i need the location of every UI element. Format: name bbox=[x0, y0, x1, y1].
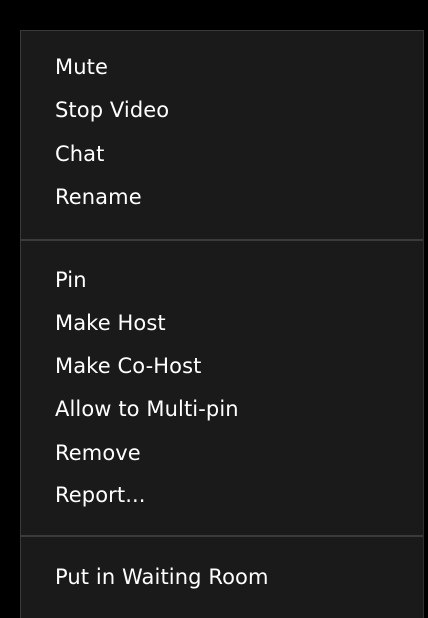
menu-item-pin[interactable]: Pin bbox=[21, 260, 423, 300]
menu-item-report[interactable]: Report... bbox=[21, 475, 423, 515]
menu-item-mute[interactable]: Mute bbox=[21, 47, 423, 87]
menu-item-make-host[interactable]: Make Host bbox=[21, 303, 423, 343]
participant-context-menu: Mute Stop Video Chat Rename Pin Make Hos… bbox=[20, 30, 424, 618]
menu-frame: Mute Stop Video Chat Rename Pin Make Hos… bbox=[0, 0, 428, 618]
menu-item-rename[interactable]: Rename bbox=[21, 177, 423, 217]
menu-item-stop-video[interactable]: Stop Video bbox=[21, 90, 423, 130]
menu-item-remove[interactable]: Remove bbox=[21, 433, 423, 473]
menu-item-allow-multi-pin[interactable]: Allow to Multi-pin bbox=[21, 389, 423, 429]
menu-item-chat[interactable]: Chat bbox=[21, 134, 423, 174]
menu-divider bbox=[21, 239, 423, 241]
menu-item-put-in-waiting-room[interactable]: Put in Waiting Room bbox=[21, 557, 423, 597]
menu-item-make-co-host[interactable]: Make Co-Host bbox=[21, 346, 423, 386]
menu-divider bbox=[21, 535, 423, 537]
